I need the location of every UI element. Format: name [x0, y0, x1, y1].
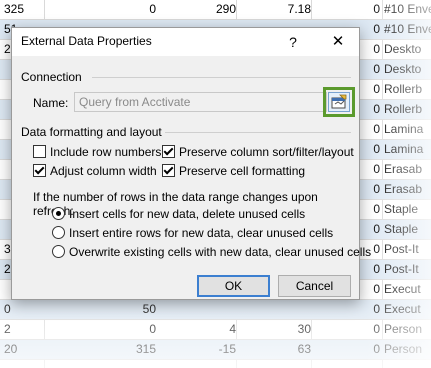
- table-cell[interactable]: Erasab: [384, 180, 431, 199]
- table-cell[interactable]: 0: [372, 260, 380, 279]
- table-cell[interactable]: 0: [372, 300, 380, 319]
- connection-properties-button[interactable]: [328, 92, 350, 112]
- table-cell[interactable]: 0: [372, 160, 380, 179]
- cancel-button[interactable]: Cancel: [278, 275, 351, 297]
- table-cell[interactable]: 0: [4, 300, 40, 319]
- insert-entire-rows-radio[interactable]: Insert entire rows for new data, clear u…: [52, 225, 333, 241]
- table-row[interactable]: 20 315 -15 63 0 Person: [0, 340, 431, 360]
- checkbox-indicator: [33, 164, 46, 178]
- table-cell[interactable]: 0: [372, 340, 380, 359]
- checkbox-indicator: [162, 145, 175, 159]
- table-cell[interactable]: 2: [4, 320, 40, 339]
- table-cell[interactable]: Rollerb: [384, 80, 431, 99]
- table-cell[interactable]: Person: [384, 320, 431, 339]
- table-cell[interactable]: 0: [149, 0, 156, 19]
- table-cell[interactable]: 0: [372, 120, 380, 139]
- table-cell[interactable]: 7.18: [288, 0, 311, 19]
- table-cell[interactable]: 325: [4, 0, 40, 19]
- table-cell[interactable]: 0: [372, 100, 380, 119]
- ok-button[interactable]: OK: [197, 275, 270, 297]
- checkbox-label: Preserve cell formatting: [179, 164, 306, 178]
- table-cell[interactable]: 30: [298, 320, 311, 339]
- table-cell[interactable]: 4: [229, 320, 236, 339]
- table-cell[interactable]: Rollerb: [384, 100, 431, 119]
- table-cell[interactable]: Execut: [384, 280, 431, 299]
- preserve-sort-filter-layout-checkbox[interactable]: Preserve column sort/filter/layout: [162, 144, 354, 160]
- close-button[interactable]: ✕: [327, 31, 349, 53]
- table-cell[interactable]: #10 Enve: [384, 20, 431, 39]
- radio-indicator: [52, 207, 65, 221]
- insert-cells-radio[interactable]: Insert cells for new data, delete unused…: [52, 206, 305, 222]
- table-cell[interactable]: Staple: [384, 220, 431, 239]
- table-cell[interactable]: 0: [372, 80, 380, 99]
- radio-label: Overwrite existing cells with new data, …: [69, 245, 372, 259]
- table-cell[interactable]: 20: [4, 340, 40, 359]
- radio-label: Insert entire rows for new data, clear u…: [69, 226, 334, 240]
- table-cell[interactable]: 315: [136, 340, 156, 359]
- overwrite-existing-cells-radio[interactable]: Overwrite existing cells with new data, …: [52, 244, 371, 260]
- table-row[interactable]: 0 50 0 Execut: [0, 300, 431, 320]
- table-cell[interactable]: Lamina: [384, 140, 431, 159]
- table-cell[interactable]: Deskto: [384, 60, 431, 79]
- table-cell[interactable]: Staple: [384, 200, 431, 219]
- table-cell[interactable]: Execut: [384, 300, 431, 319]
- table-cell[interactable]: 0: [372, 240, 380, 259]
- radio-indicator: [52, 245, 65, 259]
- table-row[interactable]: 325 0 290 7.18 0 #10 Enve: [0, 0, 431, 20]
- table-cell[interactable]: Post-It: [384, 240, 431, 259]
- table-cell[interactable]: 0: [372, 20, 380, 39]
- highlight-frame: [323, 87, 355, 117]
- table-cell[interactable]: 0: [372, 180, 380, 199]
- table-cell[interactable]: 0: [372, 200, 380, 219]
- table-cell[interactable]: Deskto: [384, 40, 431, 59]
- checkbox-indicator: [33, 145, 46, 159]
- table-cell[interactable]: -15: [219, 340, 236, 359]
- connection-properties-icon: [331, 94, 347, 109]
- table-cell[interactable]: 0: [372, 280, 380, 299]
- table-cell[interactable]: Person: [384, 340, 431, 359]
- table-cell[interactable]: 0: [372, 0, 380, 19]
- table-cell[interactable]: 0: [372, 40, 380, 59]
- divider: [92, 77, 351, 78]
- checkbox-label: Preserve column sort/filter/layout: [179, 145, 354, 159]
- title-bar: External Data Properties ? ✕: [12, 28, 359, 56]
- table-cell[interactable]: 63: [298, 340, 311, 359]
- connection-name-field[interactable]: [74, 92, 327, 112]
- table-row[interactable]: 2 0 4 30 0 Person: [0, 320, 431, 340]
- table-cell[interactable]: 0: [149, 320, 156, 339]
- table-cell[interactable]: 0: [372, 220, 380, 239]
- adjust-column-width-checkbox[interactable]: Adjust column width: [33, 163, 157, 179]
- divider: [165, 132, 351, 133]
- table-cell[interactable]: Erasab: [384, 160, 431, 179]
- external-data-properties-dialog: External Data Properties ? ✕ Connection …: [11, 27, 371, 300]
- table-cell[interactable]: Lamina: [384, 120, 431, 139]
- table-cell[interactable]: Post-It: [384, 260, 431, 279]
- dialog-title: External Data Properties: [21, 34, 152, 48]
- radio-indicator: [52, 226, 65, 240]
- help-button[interactable]: ?: [282, 31, 304, 53]
- preserve-cell-formatting-checkbox[interactable]: Preserve cell formatting: [162, 163, 305, 179]
- table-cell[interactable]: 0: [372, 60, 380, 79]
- formatting-group-label: Data formatting and layout: [21, 125, 162, 139]
- table-cell[interactable]: 0: [372, 320, 380, 339]
- include-row-numbers-checkbox[interactable]: Include row numbers: [33, 144, 161, 160]
- checkbox-label: Include row numbers: [50, 145, 162, 159]
- radio-label: Insert cells for new data, delete unused…: [69, 207, 306, 221]
- table-cell[interactable]: 0: [372, 140, 380, 159]
- name-label: Name:: [33, 96, 69, 110]
- checkbox-label: Adjust column width: [50, 164, 157, 178]
- table-cell[interactable]: 290: [216, 0, 236, 19]
- connection-group-label: Connection: [21, 70, 82, 84]
- checkbox-indicator: [162, 164, 175, 178]
- table-cell[interactable]: #10 Enve: [384, 0, 431, 19]
- table-cell[interactable]: 50: [143, 300, 156, 319]
